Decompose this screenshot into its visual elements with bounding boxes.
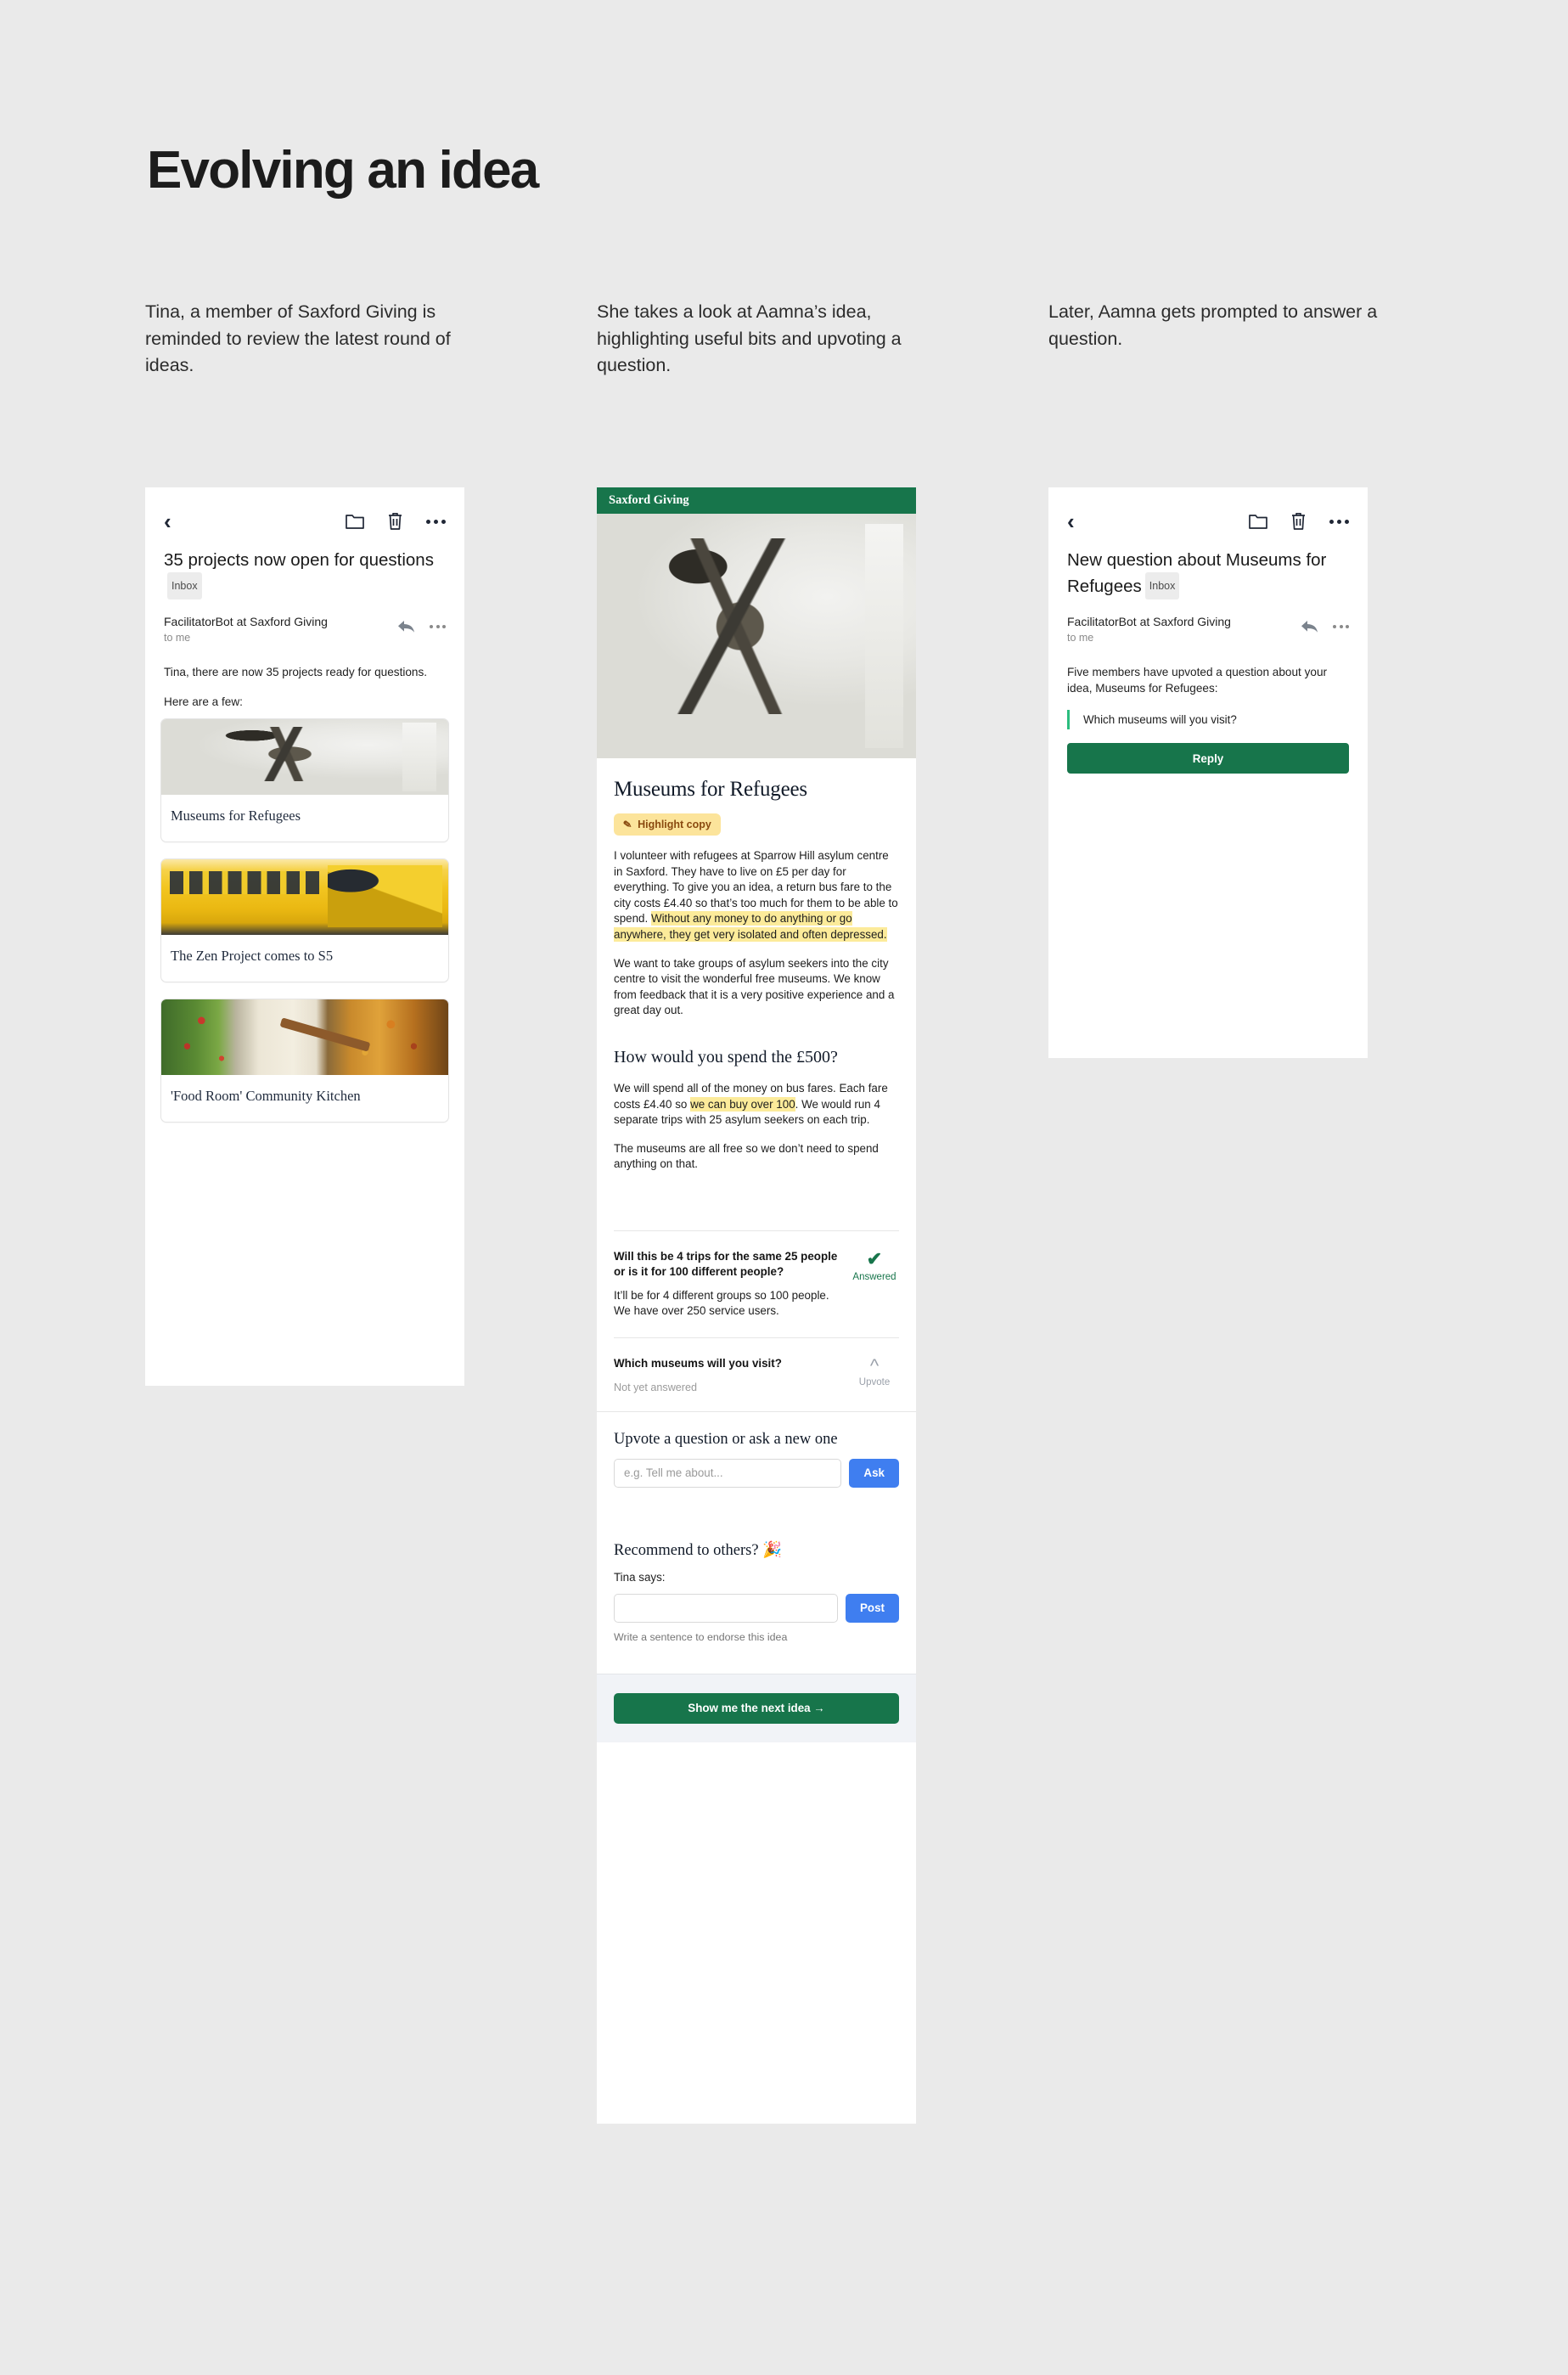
idea-paragraph-1: I volunteer with refugees at Sparrow Hil… <box>614 848 899 943</box>
inbox-label: Inbox <box>167 572 202 599</box>
mail-body: Tina, there are now 35 projects ready fo… <box>145 645 464 710</box>
sender-row: FacilitatorBot at Saxford Giving to me <box>145 599 464 645</box>
folder-icon[interactable] <box>1249 513 1267 530</box>
ask-question-input[interactable] <box>614 1458 842 1488</box>
panel-footer: Show me the next idea → <box>597 1673 916 1742</box>
yellow-school-bus-photo <box>161 859 448 935</box>
idea-paragraph-3: We will spend all of the money on bus fa… <box>614 1081 899 1128</box>
answer-text: It’ll be for 4 different groups so 100 p… <box>614 1288 829 1318</box>
column-caption-3: Later, Aamna gets prompted to answer a q… <box>1048 301 1378 349</box>
highlight-copy-button[interactable]: ✎ Highlight copy <box>614 813 721 836</box>
chevron-up-icon: ^ <box>869 1354 880 1376</box>
recommend-input[interactable] <box>614 1593 838 1623</box>
more-icon[interactable] <box>1329 519 1349 524</box>
question-list: Will this be 4 trips for the same 25 peo… <box>597 1230 916 1411</box>
sender-name: FacilitatorBot at Saxford Giving <box>164 615 328 628</box>
idea-card-list: Museums for Refugees The Zen Project com… <box>145 710 464 1123</box>
folder-icon[interactable] <box>346 513 364 530</box>
mail-body: Five members have upvoted a question abo… <box>1048 645 1368 696</box>
question-text-wrap: Will this be 4 trips for the same 25 peo… <box>614 1249 850 1320</box>
reply-button[interactable]: Reply <box>1067 743 1349 774</box>
answered-status: ✔ Answered <box>850 1249 899 1320</box>
idea-paragraph-2: We want to take groups of asylum seekers… <box>614 956 895 1017</box>
community-kitchen-food-photo <box>161 999 448 1075</box>
idea-card[interactable]: 'Food Room' Community Kitchen <box>160 999 449 1123</box>
post-button[interactable]: Post <box>845 1593 899 1623</box>
upvote-button[interactable]: ^ Upvote <box>850 1356 899 1393</box>
ask-button[interactable]: Ask <box>849 1458 899 1488</box>
app-bar-title: Saxford Giving <box>609 493 689 507</box>
message-more-icon[interactable] <box>430 625 446 628</box>
recommend-form-row: Post <box>614 1593 899 1623</box>
mail-body-line-1: Tina, there are now 35 projects ready fo… <box>164 666 428 678</box>
answer-text: Not yet answered <box>614 1381 698 1393</box>
mail-subject: New question about Museums for Refugees I… <box>1048 537 1368 599</box>
idea-card[interactable]: The Zen Project comes to S5 <box>160 858 449 982</box>
recommend-heading: Recommend to others? 🎉 <box>614 1541 783 1559</box>
dinosaur-skeleton-museum-photo <box>597 514 916 758</box>
recommend-hint: Write a sentence to endorse this idea <box>614 1630 788 1643</box>
mail-body-line-2: Here are a few: <box>164 695 243 708</box>
sender-name: FacilitatorBot at Saxford Giving <box>1067 615 1231 628</box>
question-text-wrap: Which museums will you visit? Not yet an… <box>614 1356 850 1393</box>
sender-names: FacilitatorBot at Saxford Giving to me <box>1067 615 1301 645</box>
ask-heading: Upvote a question or ask a new one <box>614 1430 838 1448</box>
highlighted-text-1: Without any money to do anything or go a… <box>614 911 887 942</box>
message-more-icon[interactable] <box>1333 625 1349 628</box>
recommend-field-label: Tina says: <box>614 1570 666 1584</box>
mail-toolbar: ‹ <box>145 487 464 537</box>
idea-card-title: The Zen Project comes to S5 <box>171 948 334 964</box>
dinosaur-skeleton-museum-photo <box>161 719 448 795</box>
next-idea-button[interactable]: Show me the next idea → <box>614 1692 899 1724</box>
upvote-label: Upvote <box>858 1376 891 1387</box>
back-icon[interactable]: ‹ <box>1067 510 1075 532</box>
ask-question-block: Upvote a question or ask a new one Ask <box>597 1410 916 1488</box>
sender-row: FacilitatorBot at Saxford Giving to me <box>1048 599 1368 645</box>
sender-recipient: to me <box>1067 632 1094 644</box>
mail-subject-text: 35 projects now open for questions <box>164 550 434 570</box>
column-caption-2: She takes a look at Aamna’s idea, highli… <box>597 301 902 375</box>
reply-icon[interactable] <box>398 620 414 633</box>
mail-subject: 35 projects now open for questionsInbox <box>145 537 464 599</box>
idea-card-title: 'Food Room' Community Kitchen <box>171 1088 361 1104</box>
quoted-question: Which museums will you visit? <box>1067 710 1349 729</box>
reply-button-wrap: Reply <box>1048 729 1368 774</box>
email-panel-new-question: ‹ New question about Museums for Refugee… <box>1048 487 1368 1058</box>
idea-heading: Museums for Refugees <box>614 778 807 801</box>
sender-recipient: to me <box>164 632 191 644</box>
column-caption-1: Tina, a member of Saxford Giving is remi… <box>145 301 451 375</box>
recommend-block: Recommend to others? 🎉 Tina says: Post W… <box>597 1540 916 1643</box>
question-text: Will this be 4 trips for the same 25 peo… <box>614 1249 838 1278</box>
idea-paragraph-4: The museums are all free so we don’t nee… <box>614 1141 879 1171</box>
highlighter-pen-icon: ✎ <box>622 818 632 831</box>
reply-icon[interactable] <box>1301 620 1318 633</box>
trash-icon[interactable] <box>387 512 403 531</box>
trash-icon[interactable] <box>1290 512 1307 531</box>
ask-form-row: Ask <box>614 1458 899 1488</box>
app-bar: Saxford Giving <box>597 487 916 514</box>
email-panel-projects-open: ‹ 35 projects now open for questionsInbo… <box>145 487 464 1386</box>
highlight-copy-label: Highlight copy <box>638 819 711 830</box>
inbox-label: Inbox <box>1144 572 1180 599</box>
question-item-unanswered: Which museums will you visit? Not yet an… <box>614 1337 899 1411</box>
highlighted-text-2: we can buy over 100 <box>690 1096 795 1112</box>
question-item-answered: Will this be 4 trips for the same 25 peo… <box>614 1230 899 1337</box>
page-root: Evolving an idea Tina, a member of Saxfo… <box>0 0 1568 2375</box>
page-title: Evolving an idea <box>147 141 539 200</box>
mail-subject-text: New question about Museums for Refugees <box>1067 550 1327 596</box>
back-icon[interactable]: ‹ <box>164 510 171 532</box>
more-icon[interactable] <box>426 519 446 524</box>
answered-label: Answered <box>852 1271 896 1282</box>
mail-toolbar: ‹ <box>1048 487 1368 537</box>
idea-card[interactable]: Museums for Refugees <box>160 718 449 842</box>
sender-names: FacilitatorBot at Saxford Giving to me <box>164 615 398 645</box>
idea-main: Museums for Refugees ✎ Highlight copy I … <box>597 758 916 1173</box>
mail-body-text: Five members have upvoted a question abo… <box>1067 666 1328 695</box>
idea-card-title: Museums for Refugees <box>171 808 301 824</box>
idea-detail-panel: Saxford Giving Museums for Refugees ✎ Hi… <box>597 487 916 2124</box>
check-icon: ✔ <box>866 1247 883 1269</box>
idea-section-heading: How would you spend the £500? <box>614 1047 838 1066</box>
question-text: Which museums will you visit? <box>614 1356 782 1370</box>
